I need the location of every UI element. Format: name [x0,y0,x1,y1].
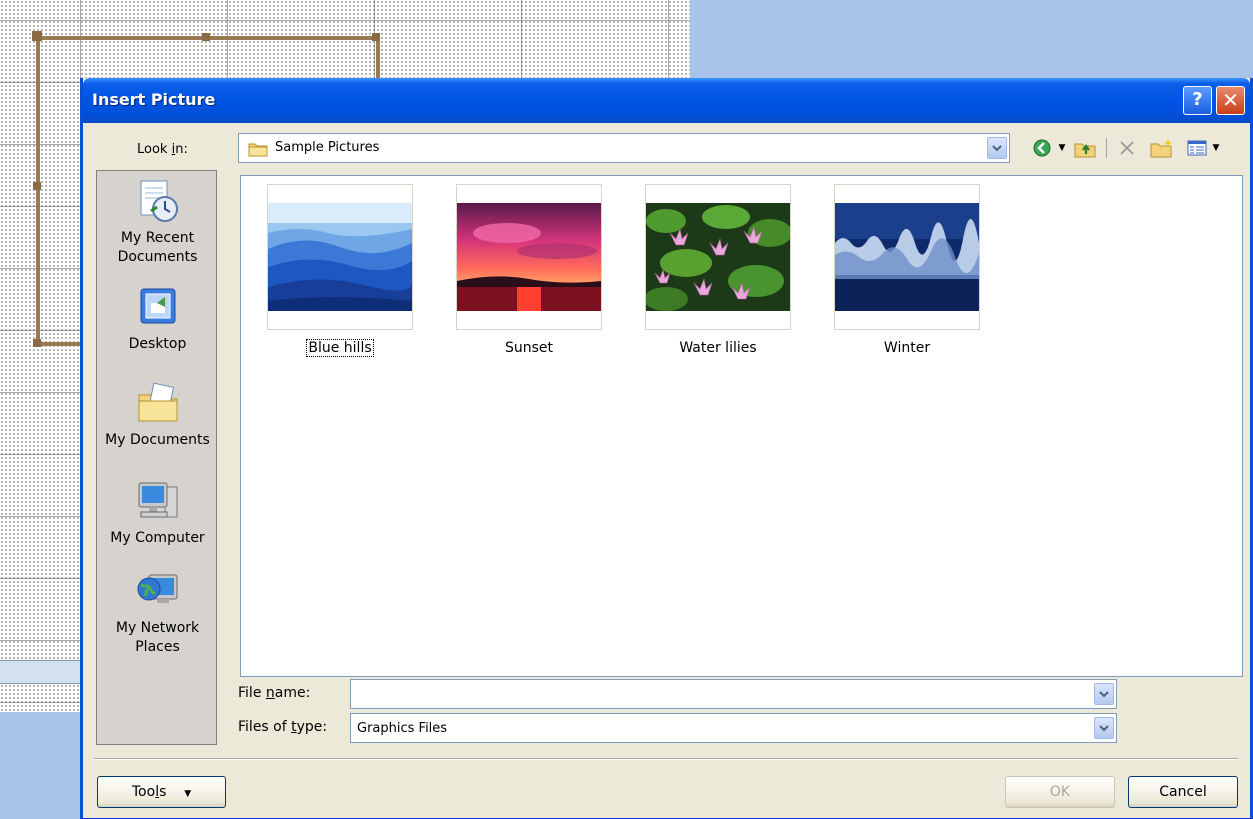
dialog-titlebar[interactable]: Insert Picture ? ✕ [83,78,1250,123]
my-computer-icon [138,482,177,518]
delete-button[interactable] [1114,135,1140,161]
file-name: Sunset [504,340,554,356]
file-list[interactable]: Blue hills Sunset Water lilies Winter [240,175,1243,677]
up-folder-icon [1074,143,1096,158]
views-button[interactable] [1184,135,1210,161]
views-dropdown-arrow[interactable]: ▼ [1211,135,1221,161]
place-label: My Recent Documents [117,230,198,265]
files-of-type-label: Files of type: [238,719,328,735]
navigation-toolbar: ▼ ▼ [1028,135,1238,161]
thumbnail [645,184,791,330]
back-dropdown-arrow[interactable]: ▼ [1057,135,1067,161]
chevron-down-icon [1099,691,1109,698]
thumbnail [267,184,413,330]
desktop-icon [140,288,175,324]
frame-handle[interactable] [32,31,42,41]
up-one-level-button[interactable] [1072,135,1098,161]
files-of-type-combo[interactable]: Graphics Files [350,713,1117,743]
winter-thumbnail [835,203,979,311]
files-of-type-value: Graphics Files [357,721,448,736]
back-button[interactable] [1028,135,1056,161]
frame-handle[interactable] [202,33,210,41]
frame-handle[interactable] [33,339,41,347]
views-icon [1187,140,1207,156]
file-name: Blue hills [306,339,374,357]
folder-icon [248,141,268,161]
delete-icon [1120,141,1134,155]
dialog-title: Insert Picture [92,90,216,109]
blue-hills-thumbnail [268,203,412,311]
close-button[interactable]: ✕ [1216,86,1245,115]
back-icon [1033,139,1051,157]
places-bar: My Recent Documents Desktop My Documents… [96,170,217,745]
frame-handle[interactable] [372,33,380,41]
place-label: My Computer [110,530,205,546]
dialog-separator [94,758,1238,760]
cancel-button[interactable]: Cancel [1128,776,1238,808]
help-button[interactable]: ? [1183,86,1212,115]
new-folder-icon [1150,139,1172,158]
look-in-value: Sample Pictures [275,140,380,155]
look-in-combo[interactable]: Sample Pictures [238,133,1010,163]
chevron-down-icon: ▼ [184,789,192,799]
place-desktop[interactable]: Desktop [97,285,218,354]
insert-picture-dialog: Insert Picture ? ✕ Look in: Sample Pictu… [80,78,1253,819]
files-of-type-dropdown-button[interactable] [1094,717,1114,739]
file-item-blue-hills[interactable]: Blue hills [267,184,413,357]
place-my-documents[interactable]: My Documents [97,381,218,450]
place-my-computer[interactable]: My Computer [97,479,218,548]
toolbar-separator [1106,138,1107,158]
frame-handle[interactable] [33,182,41,190]
file-item-winter[interactable]: Winter [834,184,980,356]
file-name-combo[interactable] [350,679,1117,709]
thumbnail [834,184,980,330]
place-label: My Network Places [115,620,200,655]
look-in-dropdown-button[interactable] [987,137,1007,159]
file-item-water-lilies[interactable]: Water lilies [645,184,791,356]
place-label: My Documents [105,432,210,448]
place-label: Desktop [128,336,187,352]
file-item-sunset[interactable]: Sunset [456,184,602,356]
file-name: Water lilies [679,340,757,356]
network-places-icon [137,574,177,603]
my-documents-icon [138,382,177,422]
thumbnail [456,184,602,330]
file-name-label: File name: [238,685,311,701]
file-name-dropdown-button[interactable] [1094,683,1114,705]
sunset-thumbnail [457,203,601,311]
place-my-recent-documents[interactable]: My Recent Documents [97,179,218,267]
chevron-down-icon [1099,725,1109,732]
look-in-label: Look in: [137,142,188,157]
chevron-down-icon [992,145,1002,152]
new-folder-button[interactable] [1148,135,1176,161]
place-my-network-places[interactable]: My Network Places [97,569,218,657]
tools-button[interactable]: Tools ▼ [97,776,226,808]
recent-documents-icon [140,180,178,222]
file-name: Winter [883,340,931,356]
ok-button[interactable]: OK [1005,776,1115,808]
water-lilies-thumbnail [646,203,790,311]
